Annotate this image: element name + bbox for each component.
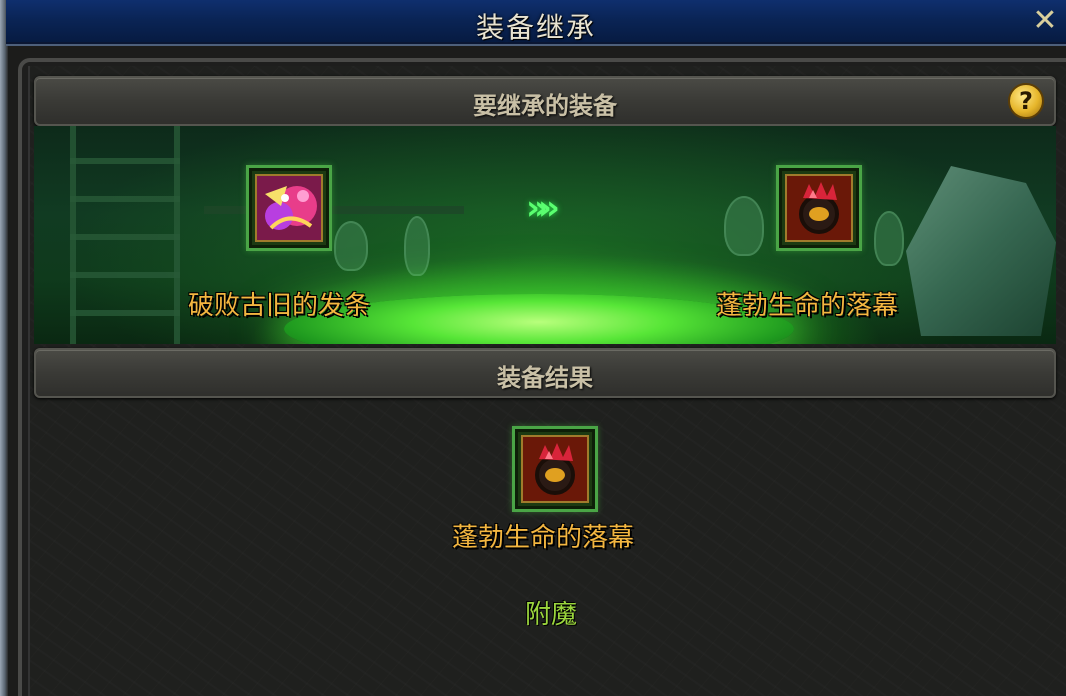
target-item-name: 蓬勃生命的落幕 xyxy=(716,291,899,321)
result-item-slot[interactable] xyxy=(512,426,598,512)
hair-ribbon-icon xyxy=(255,174,323,242)
window-title: 装备继承 xyxy=(475,11,596,44)
target-item-slot[interactable] xyxy=(776,165,862,251)
source-item-slot[interactable] xyxy=(246,165,332,251)
source-section-header: 要继承的装备 ? xyxy=(34,76,1056,126)
flask-decoration xyxy=(404,216,430,276)
shelf-decoration xyxy=(204,206,464,214)
ring-icon xyxy=(521,435,589,503)
source-item-name: 破败古旧的发条 xyxy=(188,291,371,321)
transfer-arrow-icon: »» xyxy=(526,188,560,228)
window-left-edge xyxy=(0,0,8,696)
result-section-header: 装备结果 xyxy=(34,348,1056,398)
close-button[interactable]: ✕ xyxy=(1030,6,1060,38)
ring-icon xyxy=(785,174,853,242)
result-section-title: 装备结果 xyxy=(497,363,593,392)
flask-decoration xyxy=(334,221,368,271)
flask-decoration xyxy=(724,196,764,256)
result-item-name: 蓬勃生命的落幕 xyxy=(452,523,635,553)
ladder-decoration xyxy=(70,126,180,344)
help-button[interactable]: ? xyxy=(1008,83,1044,119)
result-enchant-label: 附魔 xyxy=(525,600,578,630)
title-bar[interactable]: 装备继承 ✕ xyxy=(6,0,1066,46)
source-section-title: 要继承的装备 xyxy=(473,91,617,120)
equipment-inheritance-window: 装备继承 ✕ 要继承的装备 ? »» 破败古旧的发条 蓬勃生命的落幕 装备结果 … xyxy=(0,0,1066,696)
flask-decoration xyxy=(874,211,904,266)
crystal-decoration xyxy=(906,166,1056,336)
